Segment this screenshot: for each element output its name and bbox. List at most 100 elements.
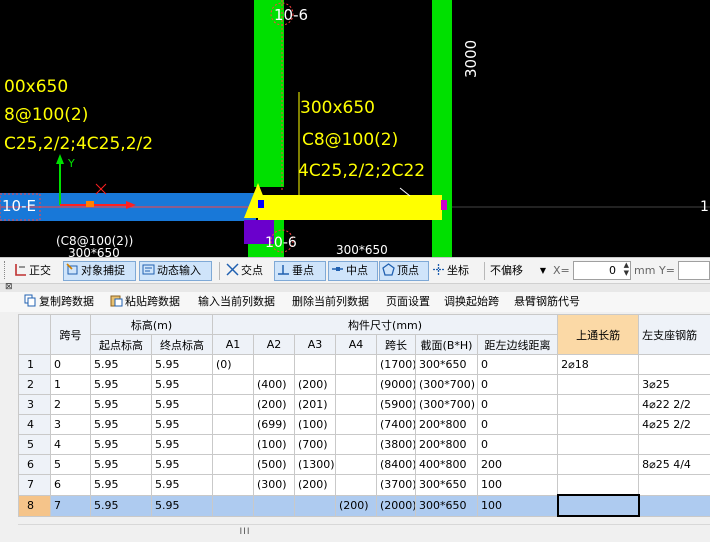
cell-a2[interactable]: (699) — [253, 414, 295, 435]
top-long-bar-header[interactable]: 上通长筋 — [557, 314, 640, 355]
cell-a1[interactable] — [212, 474, 254, 496]
cell-start[interactable]: 5.95 — [90, 434, 152, 455]
cell-a1[interactable] — [212, 414, 254, 435]
cell-a2[interactable] — [253, 494, 295, 517]
cell-end[interactable]: 5.95 — [151, 474, 213, 496]
cell-dist[interactable]: 100 — [476, 494, 559, 517]
cell-len[interactable]: (3700) — [376, 474, 416, 496]
cell-start[interactable]: 5.95 — [90, 474, 152, 496]
cell-a3[interactable]: (100) — [294, 414, 336, 435]
table-row[interactable]: 6 5 5.95 5.95 (500) (1300) (8400) 400*800 200 8⌀2… — [18, 454, 710, 475]
dynamic-input-toggle[interactable]: 动态输入 — [139, 261, 212, 281]
cell-top[interactable] — [557, 394, 640, 415]
cell-dist[interactable]: 0 — [476, 374, 559, 395]
beam-selected[interactable] — [258, 195, 442, 220]
cell-a3[interactable] — [294, 494, 336, 517]
cell-left[interactable] — [638, 474, 710, 496]
panel-close-icon[interactable]: ⊠ — [5, 283, 13, 292]
input-current-column-button[interactable]: 输入当前列数据 — [198, 294, 275, 310]
cell-top[interactable] — [557, 434, 640, 455]
horizontal-scrollbar[interactable]: III — [18, 524, 710, 541]
cell-section[interactable]: (300*700) — [415, 394, 478, 415]
page-setup-button[interactable]: 页面设置 — [386, 294, 430, 310]
perpendicular-toggle[interactable]: 垂点 — [274, 261, 326, 281]
cell-section[interactable]: (300*700) — [415, 374, 478, 395]
cell-span[interactable]: 7 — [50, 494, 91, 517]
cell-section[interactable]: 200*800 — [415, 414, 478, 435]
delete-current-column-button[interactable]: 删除当前列数据 — [292, 294, 369, 310]
cell-dist[interactable]: 0 — [476, 414, 559, 435]
cell-len[interactable]: (2000) — [376, 494, 416, 517]
cell-end[interactable]: 5.95 — [151, 374, 213, 395]
cell-a1[interactable] — [212, 394, 254, 415]
cell-dist[interactable]: 0 — [476, 434, 559, 455]
table-row[interactable]: 8 7 5.95 5.95 (200) (2000) 300*650 100 — [18, 494, 710, 517]
cell-span[interactable]: 1 — [50, 374, 91, 395]
a2-header[interactable]: A2 — [253, 334, 295, 355]
cell-dist[interactable]: 200 — [476, 454, 559, 475]
cell-a1[interactable]: (0) — [212, 354, 254, 375]
cell-a1[interactable] — [212, 374, 254, 395]
cell-end[interactable]: 5.95 — [151, 394, 213, 415]
cell-top[interactable]: 2⌀18 — [557, 354, 640, 375]
cell-a2[interactable]: (200) — [253, 394, 295, 415]
cell-start[interactable]: 5.95 — [90, 454, 152, 475]
midpoint-toggle[interactable]: 中点 — [328, 261, 378, 281]
span-data-table[interactable]: 跨号 标高(m) 构件尺寸(mm) 上通长筋 左支座钢筋 起点标高 终点标高 A… — [18, 314, 710, 517]
cell-len[interactable]: (7400) — [376, 414, 416, 435]
cell-top[interactable] — [557, 474, 640, 496]
cell-section[interactable]: 400*800 — [415, 454, 478, 475]
cell-top[interactable] — [557, 414, 640, 435]
cad-drawing-canvas[interactable]: 10-6 10-6 10-E 3000 00x650 8@100(2) C25,… — [0, 0, 710, 257]
cell-a4[interactable] — [335, 474, 377, 496]
cell-top[interactable] — [557, 374, 640, 395]
cell-a4[interactable] — [335, 394, 377, 415]
table-row[interactable]: 5 4 5.95 5.95 (100) (700) (3800) 200*800 0 — [18, 434, 710, 455]
cell-len[interactable]: (1700) — [376, 354, 416, 375]
cell-a3[interactable]: (700) — [294, 434, 336, 455]
row-number[interactable]: 5 — [18, 434, 51, 455]
copy-span-data-button[interactable]: 复制跨数据 — [24, 294, 94, 310]
row-number[interactable]: 1 — [18, 354, 51, 375]
y-coordinate-input[interactable] — [678, 261, 710, 280]
cell-a4[interactable] — [335, 354, 377, 375]
a1-header[interactable]: A1 — [212, 334, 254, 355]
cell-left[interactable] — [638, 494, 710, 517]
start-elevation-header[interactable]: 起点标高 — [90, 334, 152, 355]
swap-start-span-button[interactable]: 调换起始跨 — [444, 294, 499, 310]
cell-top[interactable] — [557, 454, 640, 475]
cell-span[interactable]: 5 — [50, 454, 91, 475]
vertex-toggle[interactable]: 顶点 — [379, 261, 429, 281]
grip-end[interactable] — [441, 200, 447, 210]
cell-len[interactable]: (9000) — [376, 374, 416, 395]
cell-start[interactable]: 5.95 — [90, 354, 152, 375]
a4-header[interactable]: A4 — [335, 334, 377, 355]
cell-span[interactable]: 2 — [50, 394, 91, 415]
cell-section[interactable]: 300*650 — [415, 474, 478, 496]
cell-len[interactable]: (3800) — [376, 434, 416, 455]
intersection-toggle[interactable]: 交点 — [226, 261, 263, 281]
cell-a2[interactable] — [253, 354, 295, 375]
cantilever-rebar-code-button[interactable]: 悬臂钢筋代号 — [514, 294, 580, 310]
cell-a3[interactable]: (200) — [294, 374, 336, 395]
corner-header[interactable] — [18, 314, 51, 355]
table-row[interactable]: 4 3 5.95 5.95 (699) (100) (7400) 200*800 0 4⌀25 2… — [18, 414, 710, 435]
cell-end[interactable]: 5.95 — [151, 434, 213, 455]
coordinate-toggle[interactable]: 坐标 — [432, 261, 469, 281]
cell-dist[interactable]: 100 — [476, 474, 559, 496]
cell-span[interactable]: 6 — [50, 474, 91, 496]
cell-section[interactable]: 300*650 — [415, 494, 478, 517]
row-number[interactable]: 3 — [18, 394, 51, 415]
span-table-viewport[interactable]: 跨号 标高(m) 构件尺寸(mm) 上通长筋 左支座钢筋 起点标高 终点标高 A… — [18, 314, 710, 524]
x-coordinate-input[interactable]: 0 ▲ ▼ — [573, 261, 631, 280]
cell-left[interactable] — [638, 354, 710, 375]
toolbar-grip[interactable] — [4, 261, 7, 279]
end-elevation-header[interactable]: 终点标高 — [151, 334, 213, 355]
cell-len[interactable]: (8400) — [376, 454, 416, 475]
table-row[interactable]: 3 2 5.95 5.95 (200) (201) (5900) (300*700) 0 4⌀22… — [18, 394, 710, 415]
elevation-header[interactable]: 标高(m) — [90, 314, 213, 335]
cell-a1[interactable] — [212, 434, 254, 455]
cad-drawing[interactable]: 10-6 10-6 10-E 3000 00x650 8@100(2) C25,… — [0, 0, 710, 257]
cell-left[interactable]: 4⌀22 2/2 — [638, 394, 710, 415]
cell-span[interactable]: 3 — [50, 414, 91, 435]
